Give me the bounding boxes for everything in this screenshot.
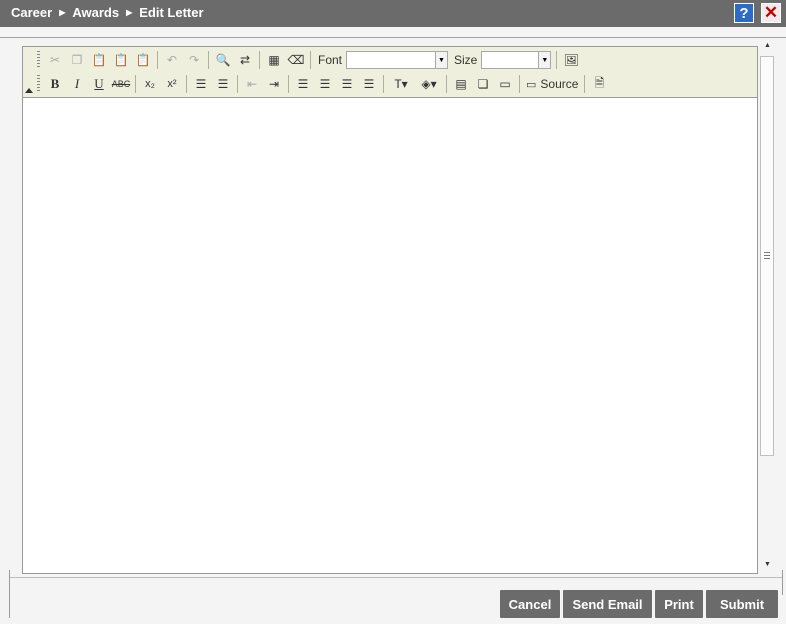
collapse-toolbar-icon[interactable]: [25, 88, 33, 93]
align-center-icon[interactable]: ☰: [314, 73, 336, 95]
size-label: Size: [454, 53, 478, 67]
remove-format-icon[interactable]: ⌫: [285, 49, 307, 71]
template-icon[interactable]: 🗎: [588, 73, 610, 95]
breadcrumb-separator-icon: ▶: [126, 8, 133, 17]
divider: [782, 570, 783, 595]
breadcrumb-career[interactable]: Career: [11, 5, 52, 20]
toolbar-separator: [519, 75, 520, 93]
toolbar-separator: [237, 75, 238, 93]
send-email-button[interactable]: Send Email: [563, 590, 652, 618]
help-icon[interactable]: ?: [734, 3, 754, 23]
insert-object-icon[interactable]: ❏: [472, 73, 494, 95]
horizontal-rule-icon[interactable]: ▭: [494, 73, 516, 95]
editor-toolbar: ✂ ❐ 📋 📋 📋 ↶ ↷ 🔍 ⇄ ▦ ⌫ Font ▼ Size ▼ 🖼 B …: [23, 47, 757, 98]
toolbar-separator: [584, 75, 586, 93]
toolbar-row-2: B I U ABC x₂ x² ☰ ☰ ⇤ ⇥ ☰ ☰ ☰ ☰ T▾ ◈▾ ▤ …: [35, 73, 610, 95]
breadcrumb-awards[interactable]: Awards: [72, 5, 119, 20]
vertical-scrollbar[interactable]: ▲ ▼: [759, 40, 775, 570]
strikethrough-icon[interactable]: ABC: [110, 73, 132, 95]
replace-icon[interactable]: ⇄: [234, 49, 256, 71]
toolbar-separator: [446, 75, 447, 93]
paste-word-icon[interactable]: 📋: [132, 49, 154, 71]
submit-button[interactable]: Submit: [706, 590, 778, 618]
paste-text-icon[interactable]: 📋: [110, 49, 132, 71]
footer-actions: Cancel Send Email Print Submit: [500, 590, 781, 618]
align-justify-icon[interactable]: ☰: [358, 73, 380, 95]
underline-icon[interactable]: U: [88, 73, 110, 95]
toolbar-separator: [259, 51, 260, 69]
outdent-icon[interactable]: ⇤: [241, 73, 263, 95]
scroll-grip-icon: [764, 252, 770, 259]
bulleted-list-icon[interactable]: ☰: [212, 73, 234, 95]
divider: [9, 577, 783, 578]
close-icon[interactable]: ✕: [761, 3, 781, 23]
toolbar-separator: [383, 75, 384, 93]
italic-icon[interactable]: I: [66, 73, 88, 95]
divider: [0, 37, 786, 38]
toolbar-separator: [157, 51, 158, 69]
insert-image-icon[interactable]: 🖼: [560, 49, 582, 71]
align-right-icon[interactable]: ☰: [336, 73, 358, 95]
divider: [9, 570, 10, 618]
text-color-icon[interactable]: T▾: [387, 73, 415, 95]
indent-icon[interactable]: ⇥: [263, 73, 285, 95]
paste-icon[interactable]: 📋: [88, 49, 110, 71]
size-select-value: [482, 52, 538, 68]
scroll-down-icon[interactable]: ▼: [764, 561, 771, 568]
superscript-icon[interactable]: x²: [161, 73, 183, 95]
source-icon: ▭: [526, 78, 537, 91]
chevron-down-icon[interactable]: ▼: [435, 52, 448, 68]
scrollbar-thumb[interactable]: [760, 56, 774, 456]
title-bar: Career ▶ Awards ▶ Edit Letter ? ✕: [0, 0, 786, 27]
background-color-icon[interactable]: ◈▾: [415, 73, 443, 95]
toolbar-separator: [135, 75, 136, 93]
breadcrumb-edit-letter: Edit Letter: [139, 5, 204, 20]
chevron-down-icon[interactable]: ▼: [538, 52, 551, 68]
select-all-icon[interactable]: ▦: [263, 49, 285, 71]
table-icon[interactable]: ▤: [450, 73, 472, 95]
font-select[interactable]: ▼: [346, 51, 449, 69]
toolbar-separator: [556, 51, 558, 69]
toolbar-separator: [288, 75, 289, 93]
breadcrumb-separator-icon: ▶: [59, 8, 66, 17]
source-button[interactable]: ▭ Source: [523, 77, 581, 91]
redo-icon[interactable]: ↷: [183, 49, 205, 71]
bold-icon[interactable]: B: [44, 73, 66, 95]
undo-icon[interactable]: ↶: [161, 49, 183, 71]
font-label: Font: [318, 53, 343, 67]
toolbar-separator: [186, 75, 187, 93]
cancel-button[interactable]: Cancel: [500, 590, 560, 618]
find-icon[interactable]: 🔍: [212, 49, 234, 71]
numbered-list-icon[interactable]: ☰: [190, 73, 212, 95]
toolbar-grip: [37, 75, 40, 93]
size-select[interactable]: ▼: [481, 51, 552, 69]
align-left-icon[interactable]: ☰: [292, 73, 314, 95]
toolbar-grip: [37, 51, 40, 69]
scroll-up-icon[interactable]: ▲: [764, 42, 771, 49]
toolbar-separator: [208, 51, 209, 69]
toolbar-row-1: ✂ ❐ 📋 📋 📋 ↶ ↷ 🔍 ⇄ ▦ ⌫ Font ▼ Size ▼ 🖼: [35, 49, 582, 71]
editor-content-area[interactable]: [23, 98, 757, 573]
rich-text-editor: ✂ ❐ 📋 📋 📋 ↶ ↷ 🔍 ⇄ ▦ ⌫ Font ▼ Size ▼ 🖼 B …: [22, 46, 758, 574]
font-select-value: [347, 52, 435, 68]
source-label: Source: [540, 77, 579, 91]
copy-icon[interactable]: ❐: [66, 49, 88, 71]
toolbar-separator: [310, 51, 311, 69]
cut-icon[interactable]: ✂: [44, 49, 66, 71]
subscript-icon[interactable]: x₂: [139, 73, 161, 95]
print-button[interactable]: Print: [655, 590, 703, 618]
breadcrumb: Career ▶ Awards ▶ Edit Letter: [11, 5, 204, 20]
